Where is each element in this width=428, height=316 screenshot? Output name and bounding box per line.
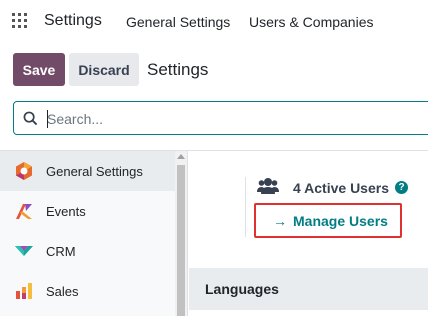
users-block-divider: [245, 177, 246, 237]
settings-sidebar: General Settings Events CRM Sales: [0, 151, 188, 316]
search-icon: [23, 111, 38, 126]
scroll-up-arrow-icon[interactable]: [177, 154, 185, 159]
active-users-count: 4 Active Users: [293, 180, 389, 196]
sidebar-item-label: General Settings: [46, 163, 143, 179]
search-box[interactable]: [13, 101, 428, 135]
sidebar-scrollbar[interactable]: [175, 151, 187, 316]
breadcrumb-title: Settings: [147, 60, 209, 79]
save-button[interactable]: Save: [13, 53, 65, 86]
sidebar-item-label: Sales: [46, 283, 79, 299]
sidebar-item-crm[interactable]: CRM: [0, 231, 175, 271]
sidebar-item-label: CRM: [46, 243, 76, 259]
sidebar-item-sales[interactable]: Sales: [0, 271, 175, 311]
section-title: Languages: [205, 281, 279, 297]
search-input[interactable]: [47, 109, 427, 129]
manage-users-label: Manage Users: [293, 213, 388, 229]
sales-icon: [16, 283, 32, 299]
scrollbar-thumb[interactable]: [177, 165, 185, 316]
sidebar-item-events[interactable]: Events: [0, 191, 175, 231]
discard-button[interactable]: Discard: [69, 53, 139, 86]
sidebar-item-label: Events: [46, 203, 86, 219]
nav-users-companies[interactable]: Users & Companies: [249, 14, 374, 30]
apps-menu-icon[interactable]: [12, 13, 28, 29]
general-settings-icon: [16, 162, 32, 180]
help-icon[interactable]: ?: [395, 181, 408, 194]
arrow-right-icon: →: [273, 213, 287, 229]
top-navbar: Settings General Settings Users & Compan…: [0, 0, 428, 44]
nav-general-settings[interactable]: General Settings: [126, 14, 230, 30]
text-caret: [47, 110, 48, 128]
settings-page: Settings General Settings Users & Compan…: [0, 0, 428, 316]
app-brand[interactable]: Settings: [44, 12, 102, 30]
manage-users-button[interactable]: → Manage Users: [254, 203, 402, 238]
users-icon: [257, 178, 279, 194]
events-icon: [16, 204, 32, 219]
languages-section-header: Languages: [189, 268, 428, 310]
sidebar-item-general-settings[interactable]: General Settings: [0, 151, 175, 191]
crm-icon: [15, 246, 33, 256]
